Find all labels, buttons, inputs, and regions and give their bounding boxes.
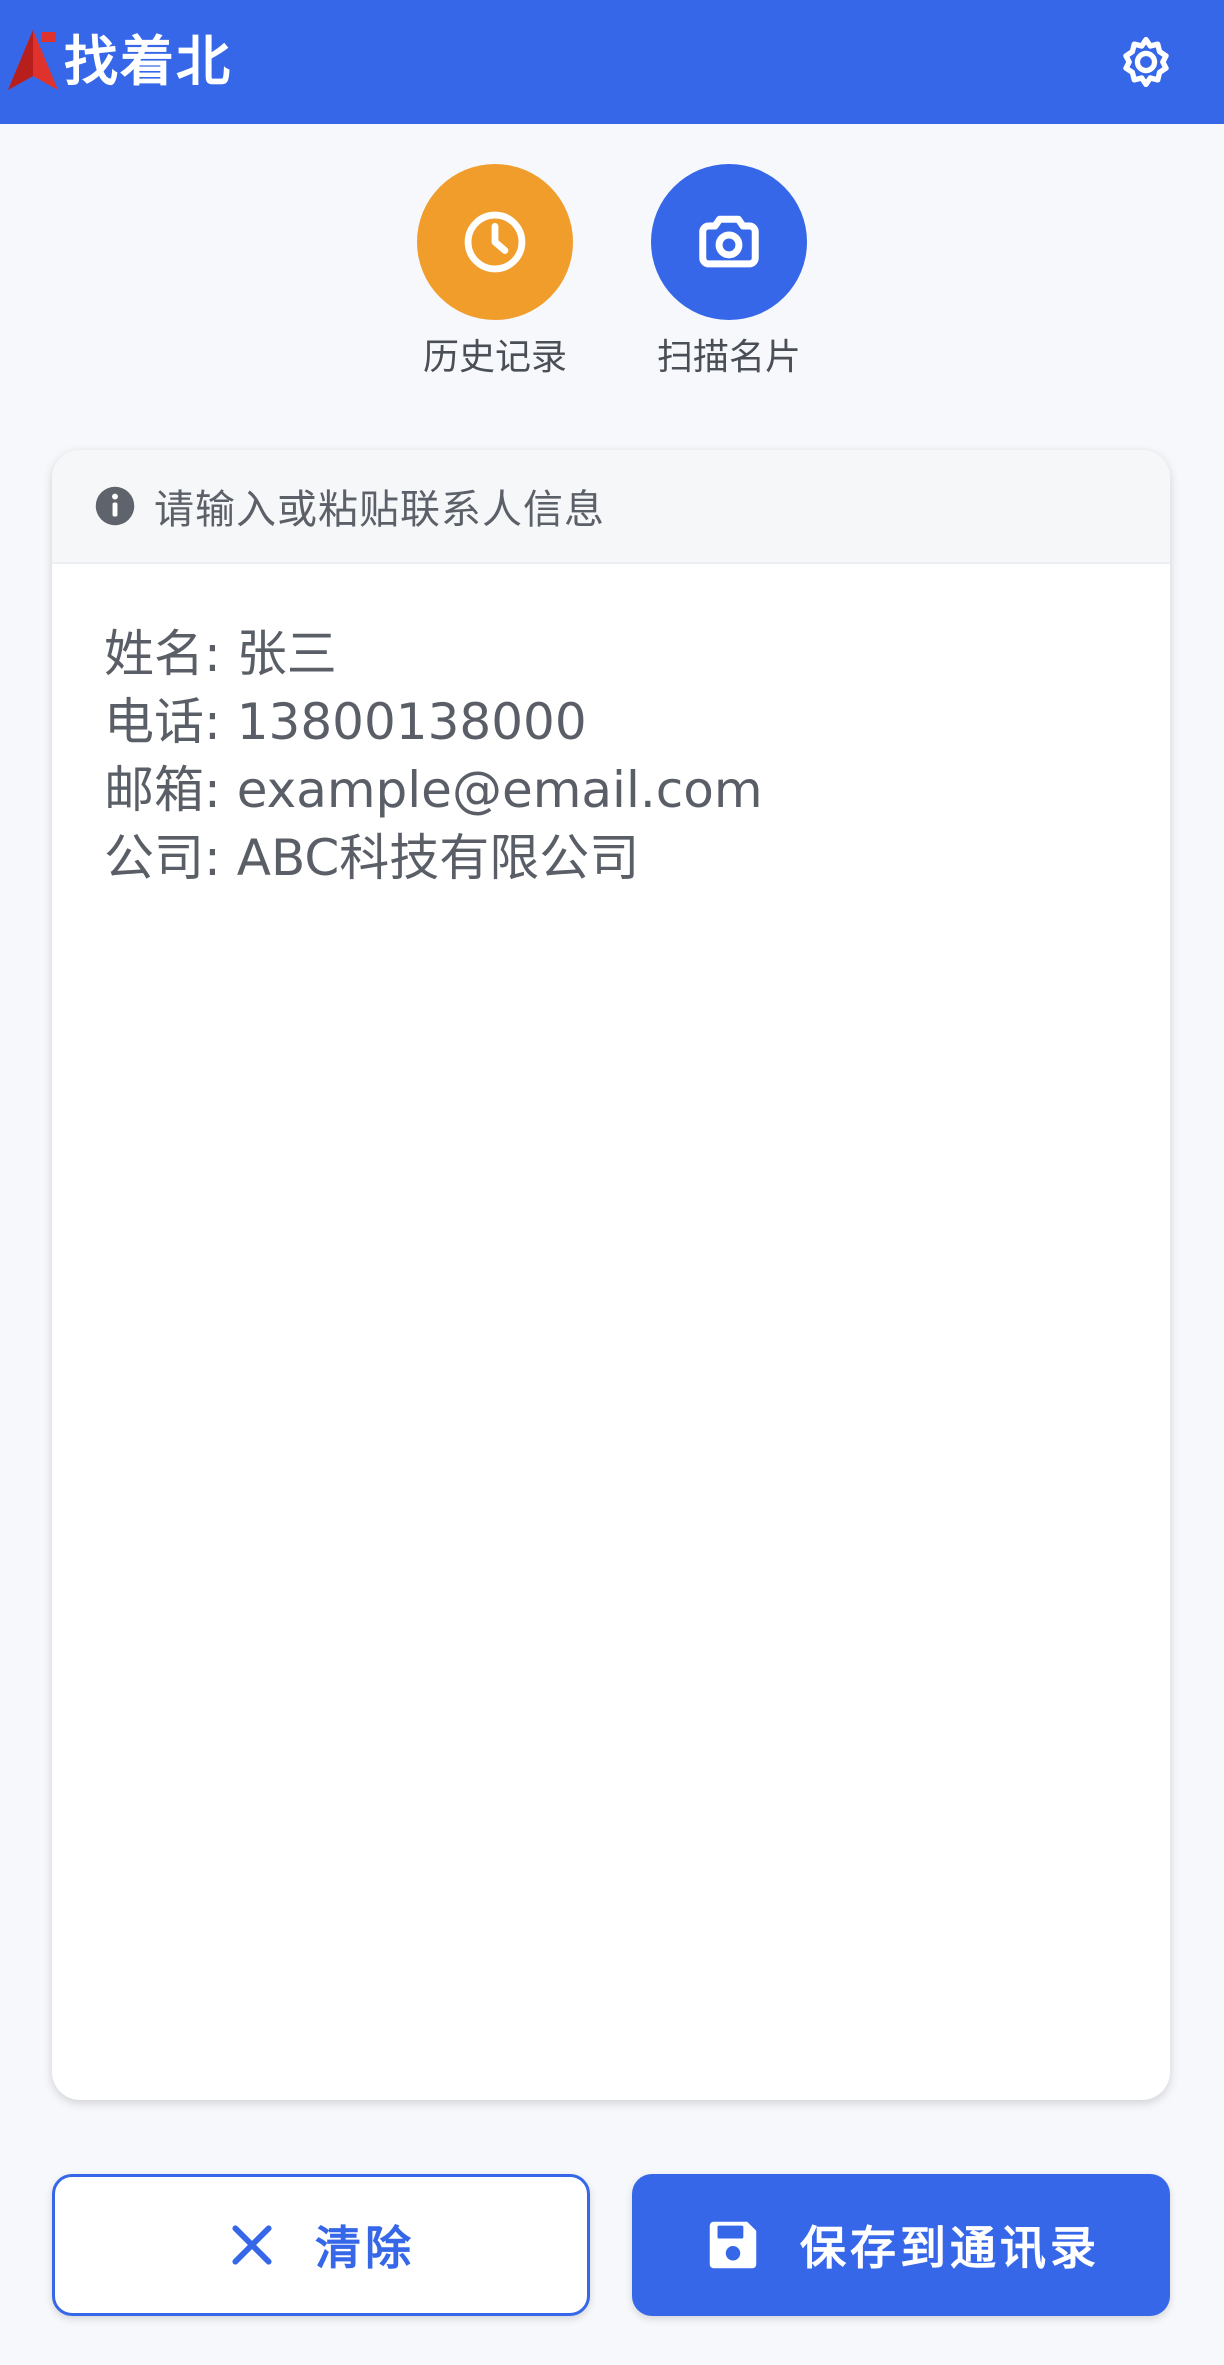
clear-button[interactable]: 清除 [52,2174,590,2316]
camera-icon [699,215,759,268]
red-arrow-logo [8,30,58,90]
app-title: 找着北 [64,30,232,93]
scan-card-label: 扫描名片 [656,337,801,378]
gear-icon [1123,36,1169,88]
history-label: 历史记录 [422,337,567,378]
save-to-contacts-button[interactable]: 保存到通讯录 [632,2174,1170,2316]
scan-card-action[interactable]: 扫描名片 [629,164,829,382]
close-icon [232,2225,272,2265]
settings-button[interactable] [1110,26,1182,98]
app-header: 找着北 [0,0,1224,124]
info-icon [95,486,135,526]
card-header-text: 请输入或粘贴联系人信息 [154,487,605,533]
contact-info-input[interactable]: 姓名: 张三 电话: 13800138000 邮箱: example@email… [52,564,1170,2098]
floppy-disk-icon [709,2221,757,2269]
contact-input-card: 请输入或粘贴联系人信息 姓名: 张三 电话: 13800138000 邮箱: e… [52,450,1170,2100]
scan-card-button[interactable] [651,164,807,320]
history-button[interactable] [417,164,573,320]
history-action[interactable]: 历史记录 [395,164,595,382]
clock-icon [464,211,526,273]
save-button-label: 保存到通讯录 [800,2221,1100,2275]
card-header: 请输入或粘贴联系人信息 [52,450,1170,564]
clear-button-label: 清除 [315,2221,415,2275]
